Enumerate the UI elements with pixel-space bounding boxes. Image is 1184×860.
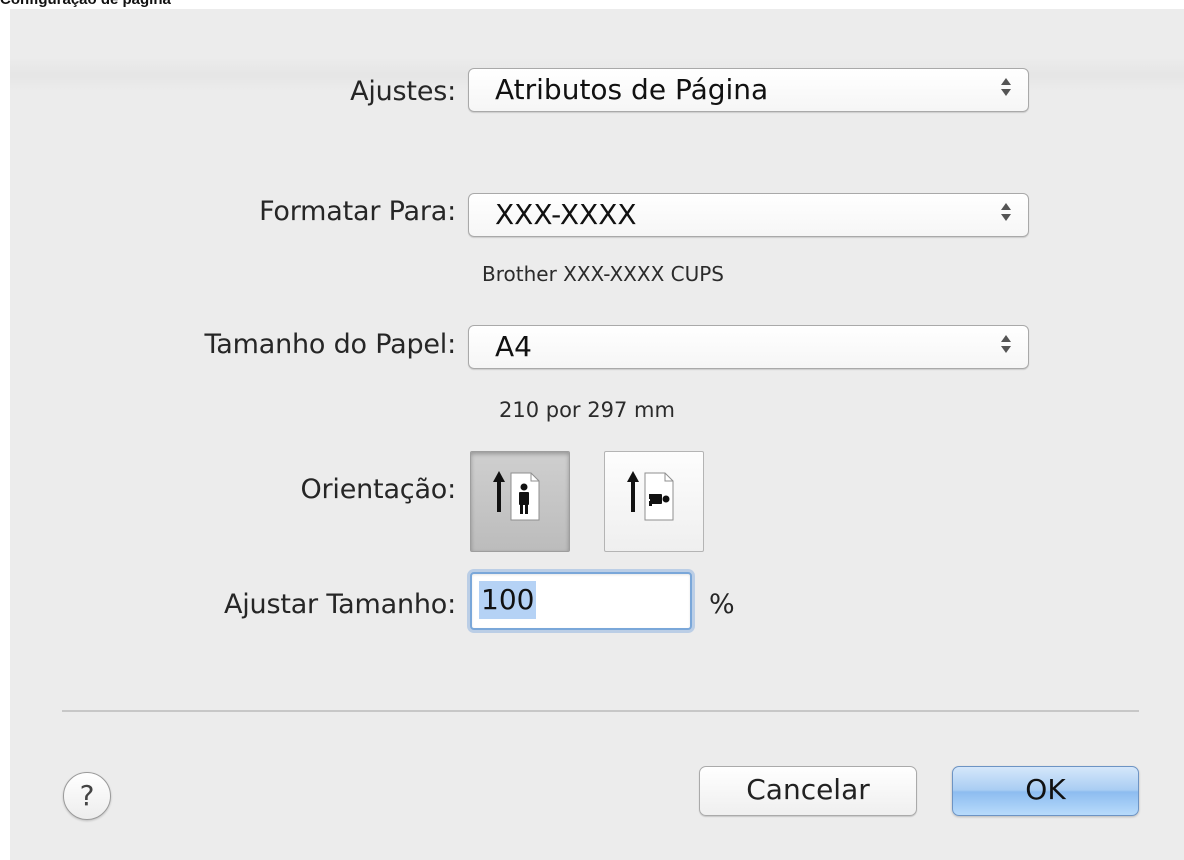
settings-popup-value: Atributos de Página [495,73,769,106]
paper-size-popup-value: A4 [495,330,532,363]
portrait-orientation-button[interactable] [470,451,570,552]
up-down-arrows-icon [1001,203,1011,221]
help-button[interactable]: ? [63,772,111,820]
paper-size-label: Tamanho do Papel: [204,329,456,360]
landscape-orientation-icon [627,471,674,521]
settings-popup[interactable]: Atributos de Página [468,68,1029,112]
page-caption: Configuração de página [0,0,171,9]
cancel-button[interactable]: Cancelar [699,766,917,816]
settings-label: Ajustes: [350,76,456,107]
printer-description: Brother XXX-XXXX CUPS [482,262,724,286]
scale-input[interactable]: 100 [470,572,692,630]
up-down-arrows-icon [1001,78,1011,96]
page-setup-dialog [10,9,1184,860]
scale-unit: % [709,589,735,620]
scale-input-value: 100 [479,581,537,619]
ok-button[interactable]: OK [952,766,1139,816]
separator [62,710,1139,712]
paper-size-popup[interactable]: A4 [468,325,1029,369]
orientation-label: Orientação: [300,474,456,505]
format-for-label: Formatar Para: [259,196,456,227]
paper-size-dimensions: 210 por 297 mm [499,398,675,422]
up-down-arrows-icon [1001,335,1011,353]
landscape-orientation-button[interactable] [604,451,704,552]
help-icon: ? [79,779,95,812]
portrait-orientation-icon [493,471,540,521]
format-for-popup-value: XXX-XXXX [495,198,637,231]
format-for-popup[interactable]: XXX-XXXX [468,193,1029,237]
scale-label: Ajustar Tamanho: [223,589,456,620]
